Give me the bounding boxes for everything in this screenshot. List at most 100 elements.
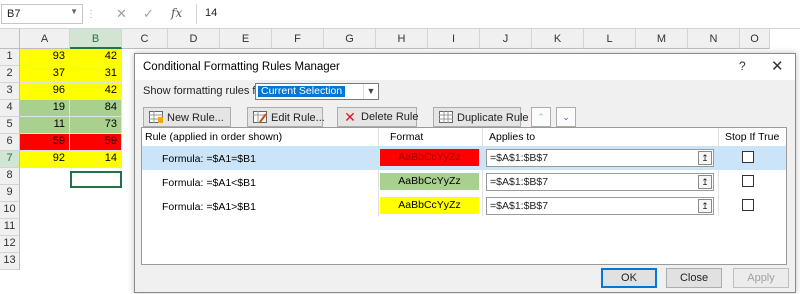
cell-b1[interactable]: 42 [70, 49, 122, 66]
duplicate-rule-button[interactable]: Duplicate Rule [433, 107, 529, 127]
column-header-o[interactable]: O [740, 29, 770, 49]
rule-row[interactable]: Formula: =$A1<$B1 AaBbCcYyZz =$A$1:$B$7 ↥ [142, 170, 786, 194]
column-header-h[interactable]: H [376, 29, 428, 49]
format-preview: AaBbCcYyZz [380, 149, 479, 166]
column-header-a[interactable]: A [20, 29, 70, 49]
row-header-10[interactable]: 10 [0, 202, 20, 219]
applies-column-header: Applies to [489, 131, 536, 143]
column-header-e[interactable]: E [220, 29, 272, 49]
applies-to-value: =$A$1:$B$7 [490, 152, 549, 164]
row-header-1[interactable]: 1 [0, 49, 20, 66]
applies-to-input[interactable]: =$A$1:$B$7 ↥ [486, 173, 714, 191]
row-header-4[interactable]: 4 [0, 100, 20, 117]
new-rule-button[interactable]: New Rule... [143, 107, 231, 127]
move-up-button[interactable]: ⌃ [531, 107, 551, 127]
name-box[interactable]: B7 ▼ [1, 4, 83, 24]
applies-to-value: =$A$1:$B$7 [490, 176, 549, 188]
cell-b7[interactable]: 14 [70, 151, 122, 168]
apply-button[interactable]: Apply [733, 268, 789, 288]
column-header-m[interactable]: M [636, 29, 688, 49]
name-box-value: B7 [7, 8, 21, 20]
chevron-down-icon[interactable]: ▼ [70, 7, 78, 16]
stop-if-true-checkbox[interactable] [742, 199, 754, 211]
move-down-button[interactable]: ⌄ [556, 107, 576, 127]
formula-bar-grip[interactable]: ⋮ [86, 9, 97, 20]
column-header-k[interactable]: K [532, 29, 584, 49]
show-rules-label: Show formatting rules for: [143, 85, 269, 97]
stop-column-header: Stop If True [725, 131, 780, 143]
row-header-11[interactable]: 11 [0, 219, 20, 236]
duplicate-rule-label: Duplicate Rule [457, 112, 529, 124]
rule-formula: Formula: =$A1<$B1 [162, 177, 256, 189]
cell-a1[interactable]: 93 [20, 49, 70, 66]
applies-to-input[interactable]: =$A$1:$B$7 ↥ [486, 197, 714, 215]
chevron-down-icon[interactable]: ▼ [363, 84, 378, 99]
select-all-corner[interactable] [0, 29, 20, 49]
row-header-5[interactable]: 5 [0, 117, 20, 134]
close-icon[interactable]: ✕ [771, 57, 784, 75]
stop-if-true-checkbox[interactable] [742, 175, 754, 187]
format-preview: AaBbCcYyZz [380, 197, 479, 214]
cell-b3[interactable]: 42 [70, 83, 122, 100]
delete-icon: ✕ [344, 109, 356, 125]
cell-a3[interactable]: 96 [20, 83, 70, 100]
ok-button[interactable]: OK [601, 268, 657, 288]
column-header-f[interactable]: F [272, 29, 324, 49]
column-header-b[interactable]: B [70, 29, 122, 49]
delete-rule-label: Delete Rule [361, 111, 419, 123]
cell-a7[interactable]: 92 [20, 151, 70, 168]
cell-b6[interactable]: 59 [70, 134, 122, 151]
rules-table: Rule (applied in order shown) Format App… [141, 127, 787, 265]
column-header-n[interactable]: N [688, 29, 740, 49]
row-header-13[interactable]: 13 [0, 253, 20, 270]
collapse-range-icon[interactable]: ↥ [698, 199, 712, 213]
column-header-j[interactable]: J [480, 29, 532, 49]
enter-icon[interactable]: ✓ [143, 6, 154, 22]
cell-a2[interactable]: 37 [20, 66, 70, 83]
rule-row[interactable]: Formula: =$A1=$B1 AaBbCcYyZz =$A$1:$B$7 ↥ [142, 146, 786, 170]
row-header-12[interactable]: 12 [0, 236, 20, 253]
help-icon[interactable]: ? [739, 59, 746, 73]
formula-bar: B7 ▼ ⋮ ✕ ✓ fx 14 [0, 0, 800, 29]
rule-row[interactable]: Formula: =$A1>$B1 AaBbCcYyZz =$A$1:$B$7 ↥ [142, 194, 786, 218]
row-header-7[interactable]: 7 [0, 151, 20, 168]
column-header-c[interactable]: C [122, 29, 168, 49]
collapse-range-icon[interactable]: ↥ [698, 151, 712, 165]
column-header-l[interactable]: L [584, 29, 636, 49]
row-header-3[interactable]: 3 [0, 83, 20, 100]
column-header-g[interactable]: G [324, 29, 376, 49]
row-header-9[interactable]: 9 [0, 185, 20, 202]
show-rules-select[interactable]: Current Selection ▼ [255, 83, 379, 100]
applies-to-input[interactable]: =$A$1:$B$7 ↥ [486, 149, 714, 167]
delete-rule-button[interactable]: ✕ Delete Rule [337, 107, 419, 127]
stop-if-true-checkbox[interactable] [742, 151, 754, 163]
rule-formula: Formula: =$A1>$B1 [162, 201, 256, 213]
cell-b2[interactable]: 31 [70, 66, 122, 83]
edit-rule-button[interactable]: Edit Rule... [247, 107, 325, 127]
new-rule-icon [149, 111, 163, 123]
row-header-6[interactable]: 6 [0, 134, 20, 151]
new-rule-label: New Rule... [167, 112, 224, 124]
insert-function-button[interactable]: fx [171, 6, 182, 20]
cell-b5[interactable]: 73 [70, 117, 122, 134]
cell-a5[interactable]: 11 [20, 117, 70, 134]
dialog-title: Conditional Formatting Rules Manager [135, 54, 795, 80]
column-header-i[interactable]: I [428, 29, 480, 49]
applies-to-value: =$A$1:$B$7 [490, 200, 549, 212]
duplicate-rule-icon [439, 111, 453, 123]
row-header-8[interactable]: 8 [0, 168, 20, 185]
row-header-2[interactable]: 2 [0, 66, 20, 83]
format-column-header: Format [390, 131, 424, 143]
cancel-icon[interactable]: ✕ [116, 6, 127, 22]
formula-input[interactable]: 14 [196, 4, 796, 24]
cell-a6[interactable]: 59 [20, 134, 70, 151]
format-preview: AaBbCcYyZz [380, 173, 479, 190]
cell-b4[interactable]: 84 [70, 100, 122, 117]
column-header-d[interactable]: D [168, 29, 220, 49]
cell-a4[interactable]: 19 [20, 100, 70, 117]
close-button[interactable]: Close [666, 268, 722, 288]
show-rules-value: Current Selection [258, 86, 346, 97]
collapse-range-icon[interactable]: ↥ [698, 175, 712, 189]
edit-rule-icon [253, 111, 267, 123]
edit-rule-label: Edit Rule... [271, 112, 325, 124]
